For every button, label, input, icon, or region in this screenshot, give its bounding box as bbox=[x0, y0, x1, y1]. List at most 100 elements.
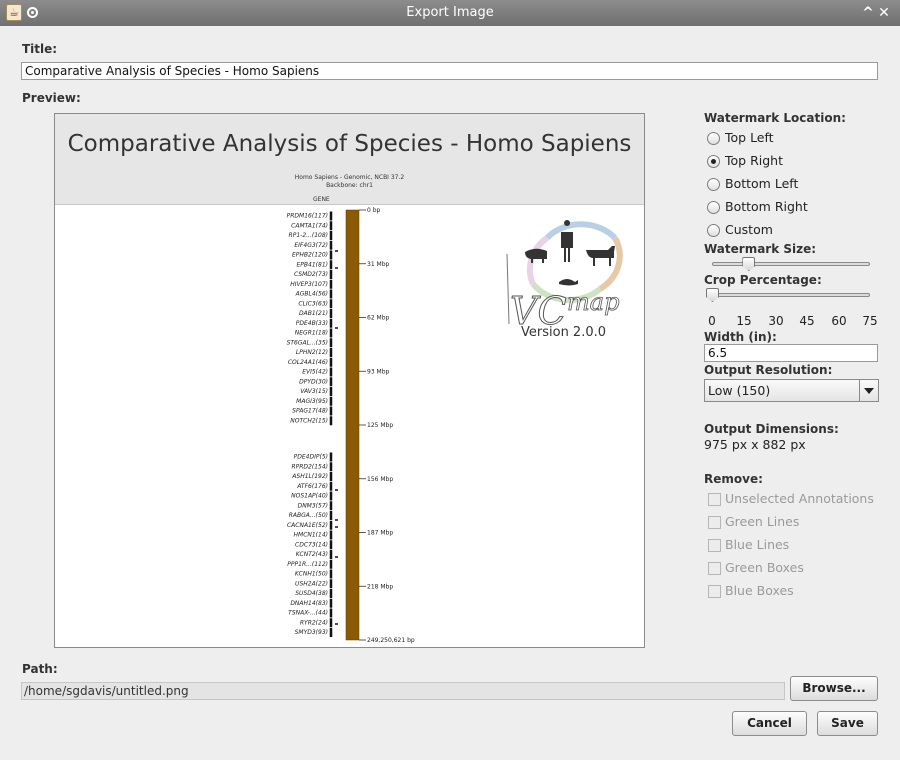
output-dimensions-value: 975 px x 882 px bbox=[704, 437, 806, 452]
gene-label: HIVEP3(107) bbox=[290, 281, 328, 288]
width-input[interactable]: 6.5 bbox=[704, 344, 878, 362]
cancel-button[interactable]: Cancel bbox=[732, 711, 807, 736]
browse-button[interactable]: Browse... bbox=[790, 676, 878, 701]
radio-button[interactable] bbox=[707, 201, 720, 214]
gene-label: USH2A(22) bbox=[295, 580, 328, 587]
checkbox[interactable] bbox=[708, 493, 721, 506]
backbone-tick-label: 62 Mbp bbox=[367, 315, 390, 322]
crop-tick: 60 bbox=[831, 314, 847, 328]
gene-label: RP1-2...(108) bbox=[289, 232, 328, 239]
gene-label: ATF6(176) bbox=[296, 483, 328, 490]
crop-slider-track[interactable] bbox=[712, 293, 870, 297]
window-title: Export Image bbox=[406, 5, 494, 20]
crop-percentage-label: Crop Percentage: bbox=[704, 273, 822, 287]
window-menu-icon[interactable] bbox=[27, 7, 38, 18]
radio-button-selected[interactable] bbox=[707, 155, 720, 168]
checkbox[interactable] bbox=[708, 539, 721, 552]
resolution-selected-value: Low (150) bbox=[708, 383, 771, 398]
radio-button[interactable] bbox=[707, 178, 720, 191]
preview-panel: Comparative Analysis of Species - Homo S… bbox=[54, 113, 645, 648]
java-app-icon: ☕ bbox=[6, 4, 22, 21]
svg-text:map: map bbox=[567, 288, 619, 316]
backbone-tick-label: 125 Mbp bbox=[367, 422, 393, 429]
gene-label: NOS1AP(40) bbox=[291, 493, 328, 500]
gene-label: RPRD2(154) bbox=[291, 463, 328, 470]
gene-label: ASH1L(192) bbox=[291, 473, 328, 480]
watermark-size-track[interactable] bbox=[712, 262, 870, 266]
close-icon[interactable]: ✕ bbox=[874, 0, 894, 26]
chevron-down-icon[interactable] bbox=[859, 380, 878, 401]
gene-label: COL24A1(46) bbox=[288, 359, 328, 366]
path-input[interactable]: /home/sgdavis/untitled.png bbox=[21, 682, 785, 700]
gene-label: PRDM16(117) bbox=[287, 213, 328, 220]
crop-tick: 15 bbox=[736, 314, 752, 328]
gene-label: KCNH1(50) bbox=[295, 571, 328, 578]
cow-icon bbox=[586, 246, 615, 266]
gene-label: VAV3(15) bbox=[300, 388, 328, 395]
backbone-tick-label: 31 Mbp bbox=[367, 261, 390, 268]
crop-tick-labels: 0 15 30 45 60 75 bbox=[706, 314, 881, 328]
gene-label: DNAH14(83) bbox=[290, 600, 328, 607]
resolution-select[interactable]: Low (150) bbox=[704, 379, 879, 402]
path-label: Path: bbox=[22, 662, 58, 676]
backbone-tick-label: 249,250,621 bp bbox=[367, 637, 415, 644]
crop-tick: 75 bbox=[862, 314, 878, 328]
watermark-version: Version 2.0.0 bbox=[521, 325, 607, 340]
window-titlebar: ☕ Export Image ^ ✕ bbox=[0, 0, 900, 26]
checkbox[interactable] bbox=[708, 562, 721, 575]
gene-label: ST6GAL...(35) bbox=[287, 339, 328, 346]
gene-label: RYR2(24) bbox=[300, 619, 328, 626]
backbone-tick-label: 0 bp bbox=[367, 207, 381, 214]
gene-label: RABGA...(50) bbox=[289, 512, 328, 519]
rodent-icon bbox=[559, 279, 578, 286]
crop-slider-thumb[interactable] bbox=[706, 288, 719, 302]
backbone-tick-label: 93 Mbp bbox=[367, 368, 390, 375]
crop-tick: 30 bbox=[768, 314, 784, 328]
gene-label: TSNAX-...(44) bbox=[288, 610, 328, 617]
crop-tick: 45 bbox=[799, 314, 815, 328]
gene-label: DAB1(21) bbox=[299, 310, 328, 317]
gene-label: CACNA1E(52) bbox=[287, 522, 328, 529]
gene-label: PDE4B(33) bbox=[296, 320, 328, 327]
gene-label: CSMD2(73) bbox=[294, 271, 328, 278]
width-label: Width (in): bbox=[704, 330, 777, 344]
radio-button[interactable] bbox=[707, 132, 720, 145]
gene-label: EVI5(42) bbox=[302, 369, 328, 376]
gene-label: HMCN1(14) bbox=[294, 532, 329, 539]
gene-label: CLIC3(63) bbox=[298, 300, 328, 307]
checkbox[interactable] bbox=[708, 585, 721, 598]
watermark-location-label: Watermark Location: bbox=[704, 111, 846, 125]
gene-label: LPHN2(12) bbox=[296, 349, 328, 356]
gene-label: EIF4G3(72) bbox=[294, 242, 328, 249]
title-label: Title: bbox=[22, 42, 58, 56]
preview-diagram: VC map PRDM16(117) CAMTA1(74) RP1-2...(108… bbox=[287, 207, 623, 644]
gene-label: SMYD3(93) bbox=[295, 629, 328, 636]
save-button[interactable]: Save bbox=[817, 711, 878, 736]
checkbox[interactable] bbox=[708, 516, 721, 529]
title-input[interactable]: Comparative Analysis of Species - Homo S… bbox=[21, 62, 878, 80]
watermark-size-slider-thumb[interactable] bbox=[742, 257, 756, 271]
backbone-tick-label: 187 Mbp bbox=[367, 530, 393, 537]
gene-label: KCNT2(43) bbox=[296, 551, 328, 558]
gene-label: AGBL4(56) bbox=[295, 291, 328, 298]
radio-button[interactable] bbox=[707, 224, 720, 237]
gene-label: EPB41(81) bbox=[297, 261, 328, 268]
gene-label: SPAG17(48) bbox=[292, 408, 328, 415]
backbone-tick-label: 218 Mbp bbox=[367, 583, 393, 590]
backbone-bar bbox=[345, 209, 360, 641]
gene-label: PDE4DIP(5) bbox=[294, 454, 328, 461]
gene-label: CAMTA1(74) bbox=[291, 222, 328, 229]
gene-label: DPYD(30) bbox=[299, 378, 328, 385]
gene-label: DNM3(57) bbox=[298, 502, 328, 509]
vcmap-watermark: VC map bbox=[506, 220, 623, 334]
gene-label: SUSD4(38) bbox=[295, 590, 328, 597]
gene-label: MAGI3(95) bbox=[296, 398, 328, 405]
gene-label: CDC73(14) bbox=[295, 541, 328, 548]
remove-label: Remove: bbox=[704, 472, 763, 486]
gene-label: EPHB2(120) bbox=[292, 252, 328, 259]
output-resolution-label: Output Resolution: bbox=[704, 363, 833, 377]
gene-label: NEGR1(18) bbox=[295, 330, 328, 337]
preview-label: Preview: bbox=[22, 91, 81, 105]
output-dimensions-label: Output Dimensions: bbox=[704, 422, 839, 436]
gene-label: PPP1R...(112) bbox=[287, 561, 328, 568]
